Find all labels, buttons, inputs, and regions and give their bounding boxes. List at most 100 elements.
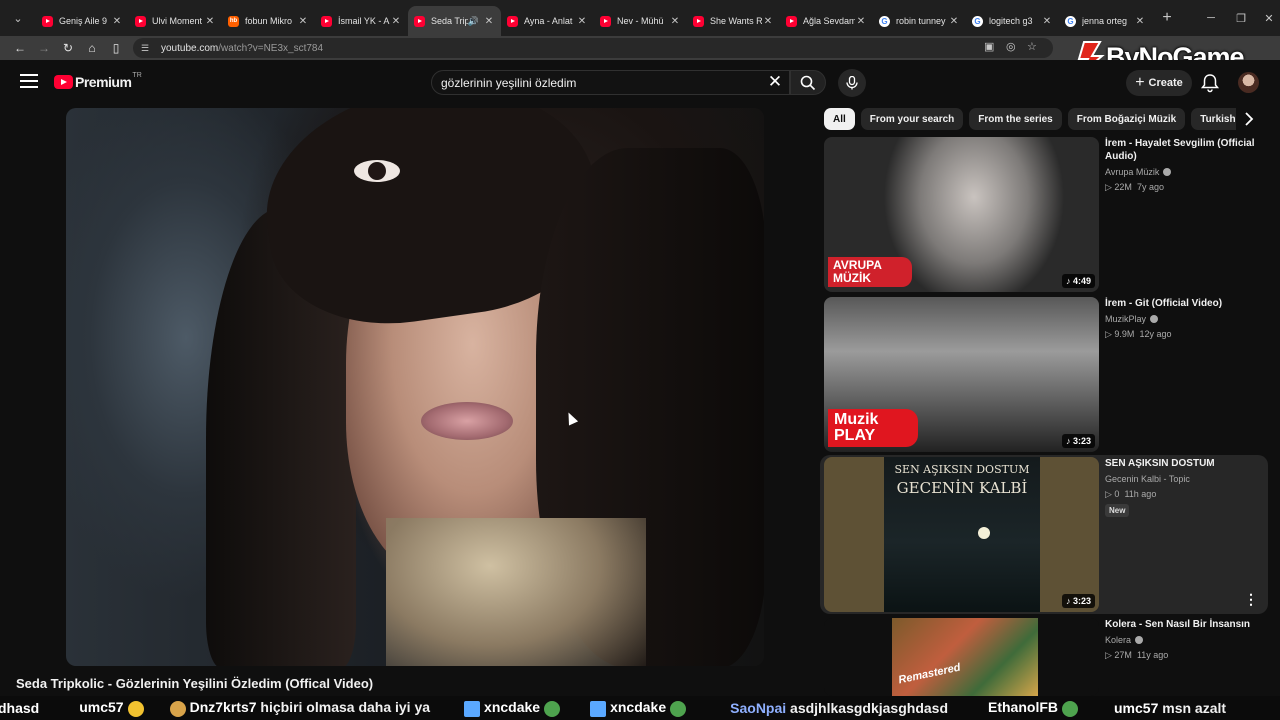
chip-from-your-search[interactable]: From your search	[860, 108, 964, 130]
google-icon: G	[879, 15, 890, 27]
close-tab-icon[interactable]: ✕	[483, 16, 495, 27]
browser-tab[interactable]: Seda Trip 🔊 ✕	[408, 6, 501, 36]
video-thumbnail[interactable]: AVRUPA MÜZİK ♪ 4:49	[824, 137, 1099, 292]
video-player[interactable]	[66, 108, 764, 666]
recommendation-title[interactable]: İrem - Git (Official Video)	[1105, 297, 1255, 310]
channel-name[interactable]: Avrupa Müzik	[1105, 167, 1255, 177]
browser-tab[interactable]: İsmail YK - A ✕	[315, 6, 408, 36]
duration-badge: ♪ 3:23	[1061, 434, 1095, 448]
ticker-item: umc57	[79, 699, 147, 717]
site-info-icon[interactable]: ☰	[141, 43, 153, 54]
tab-search-chevron-icon[interactable]: ⌄	[0, 0, 36, 36]
browser-tab[interactable]: Nev - Mühü ✕	[594, 6, 687, 36]
cast-icon[interactable]: ▣	[984, 40, 994, 53]
reload-icon[interactable]: ↻	[56, 36, 80, 60]
chip-turkish-pop-music[interactable]: Turkish Pop Music	[1191, 108, 1236, 130]
chip-from-bogazici-muzik[interactable]: From Boğaziçi Müzik	[1067, 108, 1186, 130]
video-thumbnail[interactable]: Remastered	[824, 618, 1099, 696]
tab-title: İsmail YK - A	[338, 16, 390, 26]
browser-tab[interactable]: She Wants R ✕	[687, 6, 780, 36]
channel-name[interactable]: MuzikPlay	[1105, 314, 1255, 324]
close-tab-icon[interactable]: ✕	[297, 16, 309, 27]
close-tab-icon[interactable]: ✕	[1134, 16, 1146, 27]
menu-icon[interactable]	[20, 74, 38, 88]
search-input[interactable]: gözlerinin yeşilini özledim	[431, 70, 790, 95]
notifications-bell-icon[interactable]	[1199, 72, 1221, 94]
ticker-message: hiçbiri olmasa daha iyi ya	[260, 699, 431, 716]
emote-icon	[670, 700, 687, 717]
forward-icon[interactable]: →	[32, 36, 56, 60]
view-count: 22M	[1114, 182, 1132, 192]
chevron-right-icon[interactable]	[1240, 110, 1258, 128]
duration-badge: ♪ 3:23	[1061, 594, 1095, 608]
close-tab-icon[interactable]: ✕	[948, 16, 960, 27]
clear-search-icon[interactable]: ✕	[764, 72, 786, 94]
close-tab-icon[interactable]: ✕	[390, 16, 402, 27]
recommendation-item[interactable]: Muzik PLAY ♪ 3:23 İrem - Git (Official V…	[824, 297, 1264, 452]
close-tab-icon[interactable]: ✕	[576, 16, 588, 27]
browser-tab[interactable]: Glogitech g3 ✕	[966, 6, 1059, 36]
microphone-icon	[846, 76, 858, 90]
ticker-user: umc57	[1114, 700, 1159, 716]
tab-title: She Wants R	[710, 16, 762, 26]
emote-icon	[127, 700, 144, 717]
related-filter-chips: All From your search From the series Fro…	[824, 108, 1236, 130]
tab-title: Ayna - Anlat	[524, 16, 573, 26]
browser-tab[interactable]: Gjenna orteg ✕	[1059, 6, 1152, 36]
side-panel-icon[interactable]: ▯	[104, 36, 128, 60]
browser-tab[interactable]: hb fobun Mikro ✕	[222, 6, 315, 36]
search-button[interactable]	[790, 70, 826, 95]
recommendation-title[interactable]: SEN AŞIKSIN DOSTUM	[1105, 457, 1255, 470]
url-field[interactable]: ☰ youtube.com/watch?v=NE3x_sct784	[133, 38, 1053, 58]
channel-name[interactable]: Kolera	[1105, 635, 1255, 645]
ticker-user: xncdake	[484, 699, 541, 716]
emote-icon	[1062, 700, 1078, 717]
browser-tab[interactable]: Ağla Sevdam ✕	[780, 6, 873, 36]
more-actions-icon[interactable]: ⋮	[1244, 591, 1258, 608]
browser-tab[interactable]: Ayna - Anlat ✕	[501, 6, 594, 36]
video-meta: ▷ 27M 11y ago	[1105, 650, 1169, 660]
close-window-icon[interactable]: ✕	[1254, 0, 1280, 36]
recommendation-title[interactable]: İrem - Hayalet Sevgilim (Official Audio)	[1105, 137, 1255, 163]
account-avatar[interactable]	[1238, 72, 1259, 93]
ticker-message: msn azalt	[1162, 700, 1227, 716]
recommendation-title[interactable]: Kolera - Sen Nasıl Bir İnsansın	[1105, 618, 1255, 631]
close-tab-icon[interactable]: ✕	[855, 16, 867, 27]
restore-icon[interactable]: ❐	[1226, 0, 1256, 36]
home-icon[interactable]: ⌂	[80, 36, 104, 60]
close-tab-icon[interactable]: ✕	[669, 16, 681, 27]
chip-from-the-series[interactable]: From the series	[969, 108, 1062, 130]
recommendation-info: Kolera - Sen Nasıl Bir İnsansın Kolera ▷…	[1105, 618, 1255, 661]
recommendation-item[interactable]: AVRUPA MÜZİK ♪ 4:49 İrem - Hayalet Sevgi…	[824, 137, 1264, 292]
recommendation-info: SEN AŞIKSIN DOSTUM Gecenin Kalbi - Topic…	[1105, 457, 1255, 518]
voice-search-button[interactable]	[838, 69, 866, 97]
google-icon: G	[972, 15, 983, 27]
browser-tab[interactable]: Ulvi Moment ✕	[129, 6, 222, 36]
bookmark-star-icon[interactable]: ☆	[1027, 40, 1037, 53]
close-tab-icon[interactable]: ✕	[111, 16, 123, 27]
speaker-icon[interactable]: 🔊	[468, 16, 479, 27]
youtube-icon	[786, 15, 797, 27]
new-tab-button[interactable]: +	[1152, 9, 1182, 27]
video-thumbnail[interactable]: SEN AŞIKSIN DOSTUM GECENİN KALBİ ♪ 3:23	[824, 457, 1099, 612]
url-path: /watch?v=NE3x_sct784	[218, 42, 324, 54]
eye-off-icon[interactable]: ◎	[1006, 40, 1016, 53]
browser-tab[interactable]: Grobin tunney ✕	[873, 6, 966, 36]
chip-all[interactable]: All	[824, 108, 855, 130]
video-thumbnail[interactable]: Muzik PLAY ♪ 3:23	[824, 297, 1099, 452]
duration-text: 4:49	[1072, 276, 1091, 286]
youtube-premium-logo[interactable]: Premium TR	[54, 72, 142, 90]
create-button[interactable]: + Create	[1126, 70, 1192, 96]
minimize-icon[interactable]: ─	[1196, 0, 1226, 36]
duration-badge: ♪ 4:49	[1061, 274, 1095, 288]
close-tab-icon[interactable]: ✕	[1041, 16, 1053, 27]
back-icon[interactable]: ←	[8, 36, 32, 60]
verified-icon	[1150, 315, 1159, 323]
recommendation-item[interactable]: Remastered Kolera - Sen Nasıl Bir İnsans…	[824, 618, 1264, 696]
channel-name[interactable]: Gecenin Kalbi - Topic	[1105, 474, 1255, 484]
ticker-user: EthanolFB	[988, 699, 1058, 716]
recommendation-item[interactable]: SEN AŞIKSIN DOSTUM GECENİN KALBİ ♪ 3:23 …	[820, 455, 1268, 614]
close-tab-icon[interactable]: ✕	[762, 16, 774, 27]
browser-tab[interactable]: Geniş Aile 9 ✕	[36, 6, 129, 36]
close-tab-icon[interactable]: ✕	[204, 16, 216, 27]
